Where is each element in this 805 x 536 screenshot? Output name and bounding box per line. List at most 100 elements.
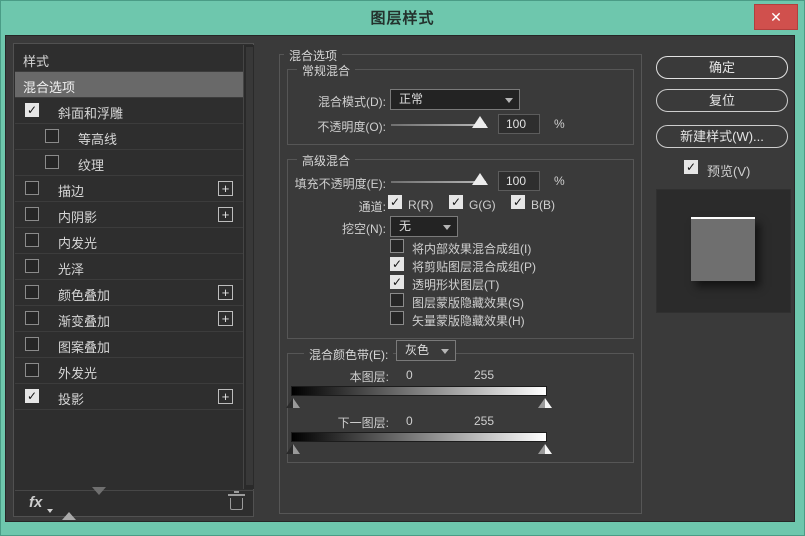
sidebar-item-blending-options[interactable]: 混合选项 [15, 72, 244, 98]
effect-checkbox[interactable] [25, 103, 39, 117]
this-layer-max-value: 255 [474, 368, 495, 382]
preview-checkbox[interactable] [684, 160, 698, 174]
blend-interior-checkbox[interactable] [390, 239, 404, 253]
sidebar-item-drop-shadow[interactable]: 投影 [15, 384, 244, 410]
blend-mode-label: 混合模式(D): [318, 95, 386, 109]
add-effect-icon[interactable] [218, 207, 233, 222]
blend-mode-dropdown[interactable]: 正常 [390, 89, 520, 110]
underlying-layer-max-value: 255 [474, 414, 495, 428]
fill-opacity-slider-thumb[interactable] [472, 173, 488, 185]
sidebar-item-gradient-overlay[interactable]: 渐变叠加 [15, 306, 244, 332]
ok-button[interactable]: 确定 [656, 56, 788, 79]
sidebar-item-styles[interactable]: 样式 [15, 46, 244, 72]
opacity-slider-thumb[interactable] [472, 116, 488, 128]
sidebar-item-pattern-overlay[interactable]: 图案叠加 [15, 332, 244, 358]
opacity-percent-sign: % [554, 117, 565, 131]
sidebar-item-label: 混合选项 [23, 80, 76, 95]
sidebar-item-label: 等高线 [78, 132, 118, 147]
reset-button[interactable]: 复位 [656, 89, 788, 112]
sidebar-item-label: 投影 [58, 392, 85, 407]
scrollbar-thumb[interactable] [246, 47, 253, 485]
sidebar-item-color-overlay[interactable]: 颜色叠加 [15, 280, 244, 306]
fill-opacity-value-field[interactable]: 100 [498, 171, 540, 191]
channel-r-checkbox[interactable] [388, 195, 402, 209]
effect-checkbox[interactable] [45, 129, 59, 143]
sidebar-scrollbar[interactable] [243, 45, 254, 489]
move-effect-down-icon[interactable] [92, 487, 106, 513]
layer-style-dialog-window: 图层样式 ✕ 样式 混合选项 斜面和浮雕 等高线 纹理 [0, 0, 805, 536]
effect-checkbox[interactable] [25, 311, 39, 325]
add-effect-icon[interactable] [218, 181, 233, 196]
sidebar-item-outer-glow[interactable]: 外发光 [15, 358, 244, 384]
effect-checkbox[interactable] [25, 181, 39, 195]
sidebar-item-texture[interactable]: 纹理 [15, 150, 244, 176]
sidebar-item-label: 纹理 [78, 158, 105, 173]
close-button[interactable]: ✕ [754, 4, 798, 30]
dialog-title: 图层样式 [370, 10, 435, 27]
blend-interior-label: 将内部效果混合成组(I) [412, 242, 532, 256]
this-layer-label: 本图层: [349, 370, 389, 384]
advanced-blending-legend: 高级混合 [297, 152, 356, 169]
effect-checkbox[interactable] [25, 363, 39, 377]
move-effect-up-icon[interactable] [62, 495, 76, 520]
sidebar-item-stroke[interactable]: 描边 [15, 176, 244, 202]
transparency-shapes-checkbox[interactable] [390, 275, 404, 289]
effect-checkbox[interactable] [25, 233, 39, 247]
dialog-body: 样式 混合选项 斜面和浮雕 等高线 纹理 描边 [5, 35, 795, 522]
fx-menu-button[interactable]: fx [29, 494, 42, 511]
channel-b-label: B(B) [531, 198, 555, 212]
sidebar-item-label: 样式 [23, 54, 50, 69]
opacity-label: 不透明度(O): [317, 120, 386, 134]
title-bar[interactable]: 图层样式 ✕ [0, 0, 805, 35]
new-style-button[interactable]: 新建样式(W)... [656, 125, 788, 148]
sidebar-item-contour[interactable]: 等高线 [15, 124, 244, 150]
this-layer-gradient-bar[interactable] [291, 386, 547, 396]
sidebar-item-inner-glow[interactable]: 内发光 [15, 228, 244, 254]
channel-g-checkbox[interactable] [449, 195, 463, 209]
blend-mode-value: 正常 [399, 92, 424, 106]
styles-sidebar: 样式 混合选项 斜面和浮雕 等高线 纹理 描边 [13, 43, 254, 520]
opacity-value-field[interactable]: 100 [498, 114, 540, 134]
sidebar-item-satin[interactable]: 光泽 [15, 254, 244, 280]
general-blending-legend: 常规混合 [297, 62, 356, 79]
style-preview-area [656, 189, 791, 313]
effect-checkbox[interactable] [25, 207, 39, 221]
add-effect-icon[interactable] [218, 389, 233, 404]
sidebar-item-label: 渐变叠加 [58, 314, 111, 329]
blend-if-channel-dropdown[interactable]: 灰色 [396, 340, 456, 361]
underlying-layer-min-value: 0 [406, 414, 413, 428]
sidebar-item-bevel-emboss[interactable]: 斜面和浮雕 [15, 98, 244, 124]
fx-caret-icon [47, 509, 53, 513]
underlying-layer-gradient-bar[interactable] [291, 432, 547, 442]
effect-checkbox[interactable] [25, 259, 39, 273]
knockout-dropdown[interactable]: 无 [390, 216, 458, 237]
layer-mask-hides-checkbox[interactable] [390, 293, 404, 307]
effect-checkbox[interactable] [25, 389, 39, 403]
this-layer-min-value: 0 [406, 368, 413, 382]
preview-label: 预览(V) [707, 164, 751, 179]
chevron-down-icon [443, 225, 451, 230]
sidebar-item-inner-shadow[interactable]: 内阴影 [15, 202, 244, 228]
sidebar-toolbar: fx [14, 487, 253, 520]
blend-clipped-label: 将剪贴图层混合成组(P) [412, 260, 536, 274]
knockout-value: 无 [399, 219, 412, 233]
sidebar-item-label: 描边 [58, 184, 85, 199]
sidebar-item-label: 内发光 [58, 236, 98, 251]
blend-if-legend: 混合颜色带(E): [304, 346, 394, 363]
add-effect-icon[interactable] [218, 285, 233, 300]
vector-mask-hides-checkbox[interactable] [390, 311, 404, 325]
effect-checkbox[interactable] [45, 155, 59, 169]
add-effect-icon[interactable] [218, 311, 233, 326]
delete-effect-icon[interactable] [228, 491, 245, 510]
sidebar-toolbar-divider [15, 490, 254, 491]
effect-checkbox[interactable] [25, 337, 39, 351]
chevron-down-icon [505, 98, 513, 103]
style-preview-thumbnail [691, 217, 755, 281]
channels-label: 通道: [358, 200, 386, 214]
sidebar-item-label: 外发光 [58, 366, 98, 381]
sidebar-item-label: 光泽 [58, 262, 85, 277]
effect-checkbox[interactable] [25, 285, 39, 299]
blend-clipped-checkbox[interactable] [390, 257, 404, 271]
underlying-layer-label: 下一图层: [337, 416, 389, 430]
channel-b-checkbox[interactable] [511, 195, 525, 209]
